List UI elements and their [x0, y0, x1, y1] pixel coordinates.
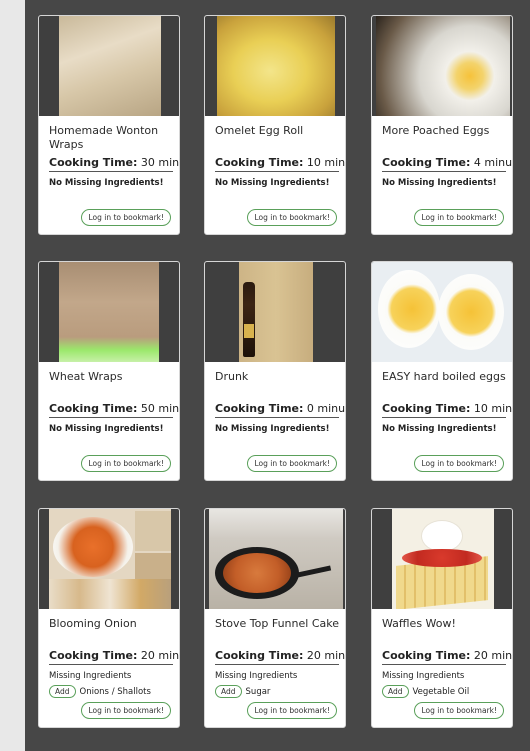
recipe-title[interactable]: Wheat Wraps	[49, 370, 173, 384]
ingredient-name: Onions / Shallots	[79, 686, 151, 697]
missing-ingredients-status: No Missing Ingredients!	[215, 178, 330, 188]
missing-ingredients-status: Missing Ingredients	[215, 671, 298, 681]
cooking-time: Cooking Time: 50 minutes	[49, 402, 179, 418]
recipe-title[interactable]: Drunk	[215, 370, 339, 384]
recipe-title[interactable]: More Poached Eggs	[382, 124, 506, 138]
missing-ingredients-status: No Missing Ingredients!	[49, 424, 164, 434]
cooking-time: Cooking Time: 20 minutes	[215, 649, 345, 665]
recipe-card[interactable]: EASY hard boiled eggs Cooking Time: 10 m…	[371, 261, 513, 481]
funnel-cake-image	[205, 509, 345, 609]
add-ingredient-button[interactable]: Add	[382, 685, 409, 698]
bookmark-button[interactable]: Log in to bookmark!	[81, 209, 171, 226]
add-ingredient-button[interactable]: Add	[49, 685, 76, 698]
missing-ingredient-row: Add Onions / Shallots	[49, 685, 173, 698]
bookmark-button[interactable]: Log in to bookmark!	[247, 209, 337, 226]
recipe-card[interactable]: Omelet Egg Roll Cooking Time: 10 minutes…	[204, 15, 346, 235]
cooking-time: Cooking Time: 10 minutes	[215, 156, 345, 172]
recipe-title[interactable]: Blooming Onion	[49, 617, 173, 631]
beer-bottle-image	[205, 262, 345, 362]
bookmark-button[interactable]: Log in to bookmark!	[247, 455, 337, 472]
ingredient-name: Vegetable Oil	[412, 686, 470, 697]
boiled-eggs-image	[372, 262, 512, 362]
missing-ingredients-status: Missing Ingredients	[49, 671, 132, 681]
bookmark-button[interactable]: Log in to bookmark!	[414, 702, 504, 719]
omelet-egg-roll-image	[205, 16, 345, 116]
recipe-card[interactable]: Stove Top Funnel Cake Cooking Time: 20 m…	[204, 508, 346, 728]
ingredient-name: Sugar	[245, 686, 271, 697]
bookmark-button[interactable]: Log in to bookmark!	[414, 455, 504, 472]
cooking-time: Cooking Time: 20 minutes	[49, 649, 179, 665]
cooking-time: Cooking Time: 0 minutes	[215, 402, 345, 418]
blooming-onion-image	[39, 509, 179, 609]
missing-ingredients-status: No Missing Ingredients!	[382, 178, 497, 188]
recipe-grid-panel: Homemade Wonton Wraps Cooking Time: 30 m…	[25, 0, 530, 751]
recipe-card[interactable]: Homemade Wonton Wraps Cooking Time: 30 m…	[38, 15, 180, 235]
missing-ingredients-status: No Missing Ingredients!	[215, 424, 330, 434]
recipe-card[interactable]: More Poached Eggs Cooking Time: 4 minute…	[371, 15, 513, 235]
recipe-title[interactable]: EASY hard boiled eggs	[382, 370, 506, 384]
recipe-card[interactable]: Drunk Cooking Time: 0 minutes No Missing…	[204, 261, 346, 481]
recipe-card[interactable]: Waffles Wow! Cooking Time: 20 minutes Mi…	[371, 508, 513, 728]
recipe-card[interactable]: Blooming Onion Cooking Time: 20 minutes …	[38, 508, 180, 728]
wheat-wraps-image	[39, 262, 179, 362]
recipe-title[interactable]: Stove Top Funnel Cake	[215, 617, 339, 631]
waffles-image	[372, 509, 512, 609]
left-margin	[0, 0, 10, 751]
recipe-card[interactable]: Wheat Wraps Cooking Time: 50 minutes No …	[38, 261, 180, 481]
missing-ingredients-status: No Missing Ingredients!	[49, 178, 164, 188]
missing-ingredients-status: No Missing Ingredients!	[382, 424, 497, 434]
cooking-time: Cooking Time: 30 minutes	[49, 156, 179, 172]
missing-ingredient-row: Add Sugar	[215, 685, 339, 698]
recipe-title[interactable]: Omelet Egg Roll	[215, 124, 339, 138]
recipe-title[interactable]: Waffles Wow!	[382, 617, 506, 631]
cooking-time: Cooking Time: 4 minutes	[382, 156, 512, 172]
missing-ingredients-status: Missing Ingredients	[382, 671, 465, 681]
wonton-wraps-image	[39, 16, 179, 116]
bookmark-button[interactable]: Log in to bookmark!	[81, 702, 171, 719]
bookmark-button[interactable]: Log in to bookmark!	[81, 455, 171, 472]
add-ingredient-button[interactable]: Add	[215, 685, 242, 698]
bookmark-button[interactable]: Log in to bookmark!	[414, 209, 504, 226]
cooking-time: Cooking Time: 20 minutes	[382, 649, 512, 665]
cooking-time: Cooking Time: 10 minutes	[382, 402, 512, 418]
recipe-title[interactable]: Homemade Wonton Wraps	[49, 124, 173, 152]
poached-eggs-image	[372, 16, 512, 116]
missing-ingredient-row: Add Vegetable Oil	[382, 685, 506, 698]
bookmark-button[interactable]: Log in to bookmark!	[247, 702, 337, 719]
